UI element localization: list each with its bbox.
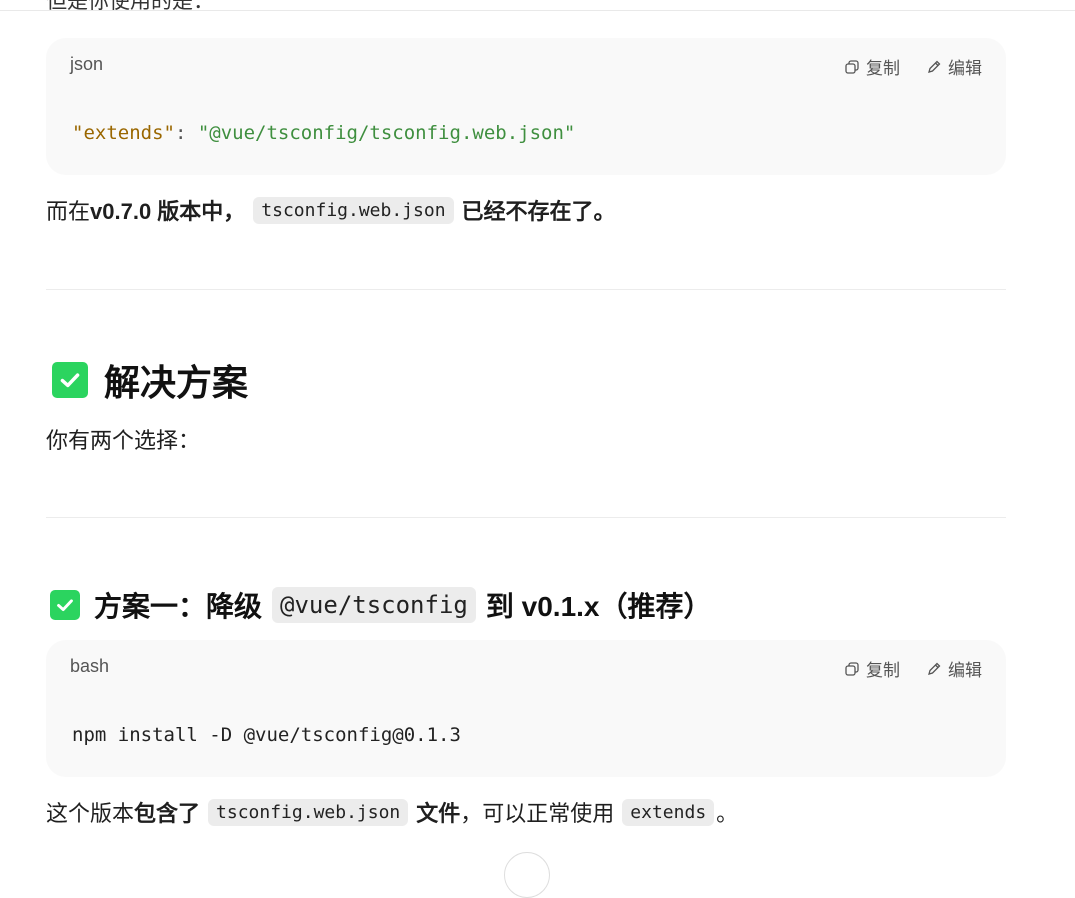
edit-label: 编辑 — [948, 59, 982, 78]
code-actions: 复制 编辑 — [844, 656, 982, 681]
edit-icon — [928, 60, 941, 73]
json-key: "extends" — [72, 122, 175, 144]
para-bold: v0.7.0 版本中， — [90, 199, 246, 224]
edit-button[interactable]: 编辑 — [926, 656, 982, 681]
para-text: 而在 — [46, 199, 91, 224]
section-title: 解决方案 — [104, 362, 249, 403]
check-icon — [52, 362, 88, 398]
code-language-label: bash — [70, 656, 110, 676]
option-suffix: 到 v0.1.x（推荐） — [485, 591, 712, 622]
copy-label: 复制 — [866, 661, 900, 680]
code-actions: 复制 编辑 — [844, 54, 982, 79]
json-value: "@vue/tsconfig/tsconfig.web.json" — [197, 122, 576, 144]
para-bold: 已经不存在了。 — [461, 199, 616, 224]
copy-button[interactable]: 复制 — [844, 656, 900, 681]
inline-code: extends — [622, 798, 715, 826]
partial-text: 但是你使用的是： — [46, 0, 214, 10]
copy-label: 复制 — [866, 59, 900, 78]
option-title: 方案一：降级 @vue/tsconfig 到 v0.1.x（推荐） — [94, 585, 712, 625]
code-block-json: json 复制 编辑 "extends": "@vue/tsconfig/tsc… — [46, 38, 1006, 175]
json-colon: : — [174, 122, 198, 144]
intro-text: 你有两个选择： — [46, 428, 201, 453]
top-divider: 但是你使用的是： — [0, 0, 1075, 11]
para-bold: 文件 — [416, 801, 461, 826]
edit-icon — [928, 662, 941, 675]
option-heading: 方案一：降级 @vue/tsconfig 到 v0.1.x（推荐） — [50, 585, 712, 625]
code-language-label: json — [70, 54, 104, 74]
code-block-bash: bash 复制 编辑 npm install -D @vue/tsconfig@… — [46, 640, 1006, 777]
scroll-to-bottom-button[interactable] — [504, 852, 550, 898]
copy-icon — [845, 661, 859, 676]
paragraph-version-note: 而在 v0.7.0 版本中， tsconfig.web.json 已经不存在了。 — [46, 194, 616, 226]
para-text: 。 — [716, 801, 739, 826]
copy-icon — [845, 59, 859, 74]
divider — [46, 517, 1006, 518]
code-line: npm install -D @vue/tsconfig@0.1.3 — [72, 724, 461, 746]
copy-button[interactable]: 复制 — [844, 54, 900, 79]
inline-code: tsconfig.web.json — [208, 798, 409, 826]
inline-code: tsconfig.web.json — [253, 196, 454, 224]
paragraph-option-note: 这个版本 包含了 tsconfig.web.json 文件 ，可以正常使用 ex… — [46, 796, 738, 828]
para-bold: 包含了 — [134, 801, 201, 826]
paragraph-intro: 你有两个选择： — [46, 423, 200, 455]
edit-label: 编辑 — [948, 661, 982, 680]
check-icon — [50, 590, 80, 620]
para-text: 这个版本 — [46, 801, 135, 826]
code-line: "extends": "@vue/tsconfig/tsconfig.web.j… — [72, 122, 575, 144]
para-text: ，可以正常使用 — [460, 801, 615, 826]
edit-button[interactable]: 编辑 — [926, 54, 982, 79]
option-prefix: 方案一：降级 — [94, 591, 263, 622]
inline-code: @vue/tsconfig — [272, 587, 476, 623]
divider — [46, 289, 1006, 290]
section-heading: 解决方案 — [52, 354, 248, 406]
